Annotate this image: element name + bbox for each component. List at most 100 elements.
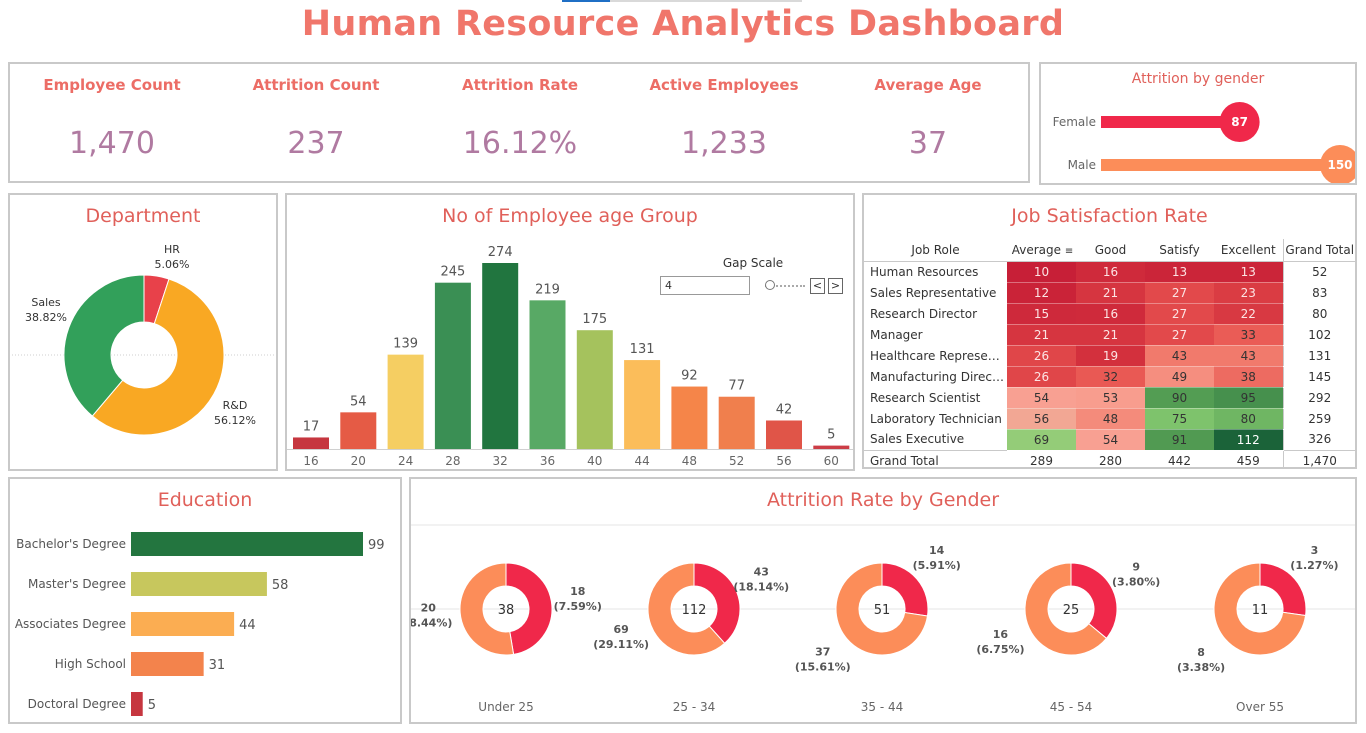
education-value-label: 99 bbox=[368, 538, 385, 553]
heat-cell: 13 bbox=[1214, 261, 1283, 283]
age-bar-value-label: 219 bbox=[535, 282, 560, 297]
male-pct-label: (15.61%) bbox=[795, 661, 851, 674]
col-header-label: Average bbox=[1011, 242, 1062, 257]
age-bar-value-label: 92 bbox=[681, 369, 698, 384]
heat-cell: 95 bbox=[1214, 387, 1283, 409]
male-value-label: 69 bbox=[613, 623, 628, 636]
education-category-label: Bachelor's Degree bbox=[16, 537, 126, 551]
heat-cell: 21 bbox=[1007, 324, 1076, 346]
heat-cell: 21 bbox=[1076, 324, 1145, 346]
education-category-label: Doctoral Degree bbox=[28, 697, 126, 711]
heat-cell: 10 bbox=[1007, 261, 1076, 283]
table-row[interactable]: Research Director 15 16 27 22 80 bbox=[864, 303, 1355, 325]
department-pct-label: 5.06% bbox=[155, 258, 190, 271]
heat-cell: 91 bbox=[1145, 429, 1214, 451]
col-header-grand-total[interactable]: Grand Total bbox=[1282, 239, 1355, 262]
age-bar bbox=[434, 282, 471, 449]
group-total-label: 112 bbox=[682, 603, 707, 618]
age-group-bar-chart: 17 16 54 20 139 24 245 28 274 32 219 36 175 40 131 44 92… bbox=[287, 245, 853, 468]
attrition-by-gender-panel: Attrition by gender Female 87 Male 150 bbox=[1039, 62, 1357, 185]
job-satisfaction-table: Job Role Average ≡ Good Satisfy Excellen… bbox=[864, 239, 1355, 467]
job-role-cell: Healthcare Representa.. bbox=[870, 348, 1007, 363]
age-bar-value-label: 17 bbox=[303, 419, 320, 434]
table-row[interactable]: Human Resources 10 16 13 13 52 bbox=[864, 261, 1355, 283]
kpi-label: Employee Count bbox=[43, 76, 181, 94]
heat-cell: 56 bbox=[1007, 408, 1076, 430]
heat-cell: 53 bbox=[1076, 387, 1145, 409]
age-bar bbox=[340, 412, 377, 449]
table-row[interactable]: Manufacturing Director 26 32 49 38 145 bbox=[864, 366, 1355, 388]
col-header-satisfy[interactable]: Satisfy bbox=[1145, 239, 1214, 262]
age-tick-label: 36 bbox=[540, 454, 555, 468]
col-header-average[interactable]: Average ≡ bbox=[1007, 239, 1076, 262]
row-total-cell: 131 bbox=[1282, 345, 1355, 366]
age-bar-value-label: 245 bbox=[440, 265, 465, 280]
education-category-label: High School bbox=[55, 657, 126, 671]
age-bar bbox=[671, 386, 708, 449]
age-bar-value-label: 139 bbox=[393, 337, 418, 352]
attrition-gender-donut-charts: 3818(7.59%)20(8.44%)Under 2511243(18.14%… bbox=[411, 524, 1355, 714]
education-panel: Education Bachelor's Degree 99 Master's De… bbox=[8, 477, 402, 724]
heat-cell: 90 bbox=[1145, 387, 1214, 409]
age-tick-label: 20 bbox=[351, 454, 366, 468]
col-header-job-role[interactable]: Job Role bbox=[864, 239, 1007, 262]
heat-cell: 112 bbox=[1214, 429, 1283, 451]
female-slice bbox=[1070, 562, 1118, 640]
age-tick-label: 16 bbox=[303, 454, 318, 468]
kpi-value: 16.12% bbox=[462, 126, 578, 161]
age-bar-value-label: 175 bbox=[582, 312, 607, 327]
table-row[interactable]: Sales Executive 69 54 91 112 326 bbox=[864, 429, 1355, 451]
row-total-cell: 80 bbox=[1282, 303, 1355, 324]
female-pct-label: (1.27%) bbox=[1290, 559, 1338, 572]
female-value-label: 18 bbox=[570, 585, 585, 598]
table-row[interactable]: Healthcare Representa.. 26 19 43 43 131 bbox=[864, 345, 1355, 367]
education-bar bbox=[131, 652, 204, 676]
heat-cell: 27 bbox=[1145, 324, 1214, 346]
table-row[interactable]: Laboratory Technician 56 48 75 80 259 bbox=[864, 408, 1355, 430]
heat-cell: 16 bbox=[1076, 261, 1145, 283]
col-header-good[interactable]: Good bbox=[1076, 239, 1145, 262]
job-role-cell: Research Director bbox=[870, 306, 978, 321]
table-row[interactable]: Research Scientist 54 53 90 95 292 bbox=[864, 387, 1355, 409]
heat-cell: 54 bbox=[1076, 429, 1145, 451]
age-bar bbox=[766, 420, 802, 449]
heat-cell: 27 bbox=[1145, 282, 1214, 304]
kpi-value: 37 bbox=[908, 126, 948, 161]
job-role-cell: Manager bbox=[870, 327, 923, 342]
education-value-label: 5 bbox=[148, 698, 156, 713]
dashboard-title: Human Resource Analytics Dashboard bbox=[301, 4, 1065, 44]
education-value-label: 31 bbox=[209, 658, 226, 673]
age-tick-label: 52 bbox=[729, 454, 744, 468]
department-label: Sales bbox=[31, 296, 61, 309]
group-total-label: 25 bbox=[1063, 603, 1080, 618]
heat-cell: 43 bbox=[1214, 345, 1283, 367]
gender-label: Male bbox=[1068, 158, 1096, 172]
age-tick-label: 28 bbox=[445, 454, 460, 468]
age-bar bbox=[482, 263, 519, 449]
job-satisfaction-title: Job Satisfaction Rate bbox=[1011, 205, 1208, 227]
male-value-label: 8 bbox=[1197, 646, 1205, 659]
male-pct-label: (8.44%) bbox=[411, 616, 452, 629]
gender-label: Female bbox=[1053, 115, 1096, 129]
female-value-label: 43 bbox=[754, 565, 769, 578]
sort-icon[interactable]: ≡ bbox=[1065, 246, 1074, 257]
age-tick-label: 56 bbox=[776, 454, 791, 468]
age-tick-label: 24 bbox=[398, 454, 413, 468]
group-total-label: 38 bbox=[498, 603, 515, 618]
age-bar bbox=[624, 360, 661, 449]
age-tick-label: 32 bbox=[493, 454, 508, 468]
table-row[interactable]: Sales Representative 12 21 27 23 83 bbox=[864, 282, 1355, 304]
female-value-label: 3 bbox=[1311, 544, 1319, 557]
table-row[interactable]: Manager 21 21 27 33 102 bbox=[864, 324, 1355, 346]
male-value-label: 20 bbox=[421, 601, 437, 614]
col-header-excellent[interactable]: Excellent bbox=[1214, 239, 1283, 262]
heat-cell: 26 bbox=[1007, 366, 1076, 388]
grand-total-row: Grand Total 289 280 442 459 1,470 bbox=[864, 449, 1355, 467]
job-role-cell: Sales Executive bbox=[870, 432, 965, 447]
heat-cell: 43 bbox=[1145, 345, 1214, 367]
heat-cell: 19 bbox=[1076, 345, 1145, 367]
grand-total-overall-cell: 1,470 bbox=[1282, 449, 1355, 467]
age-bar bbox=[529, 300, 566, 449]
department-pct-label: 38.82% bbox=[25, 311, 67, 324]
education-category-label: Master's Degree bbox=[28, 577, 126, 591]
